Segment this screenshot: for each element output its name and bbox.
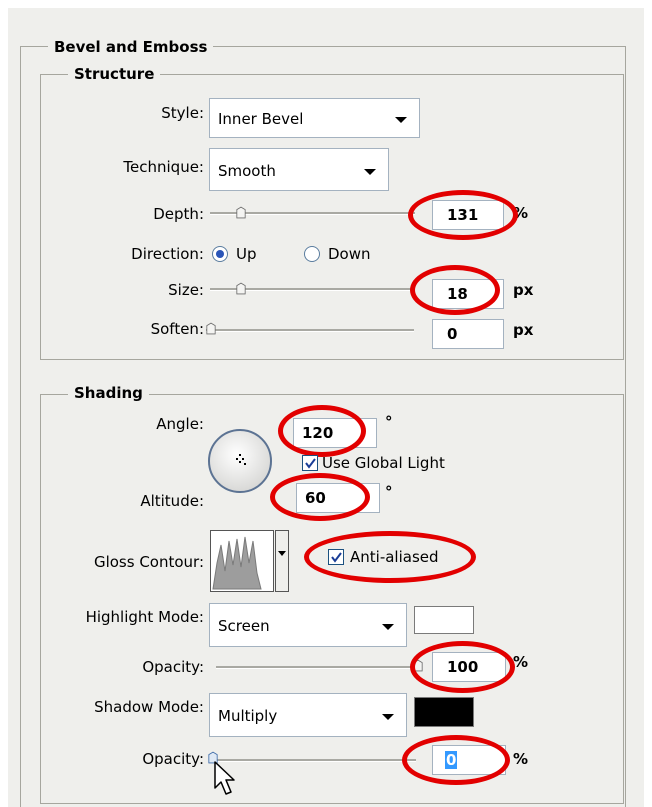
depth-label: Depth:: [153, 205, 204, 223]
shadow-mode-dropdown[interactable]: Multiply: [209, 693, 407, 737]
mouse-cursor-icon: [214, 761, 235, 795]
use-global-light-checkbox[interactable]: [302, 455, 318, 471]
gloss-contour-dropdown-button[interactable]: [275, 530, 289, 592]
size-slider-thumb[interactable]: [236, 282, 246, 295]
shadow-mode-value: Multiply: [218, 707, 278, 725]
annotation-circle-angle: [278, 405, 366, 457]
soften-slider-thumb[interactable]: [206, 322, 216, 335]
shading-legend: Shading: [68, 384, 149, 402]
annotation-circle-anti-aliased: [304, 531, 476, 583]
depth-slider-thumb[interactable]: [236, 206, 246, 219]
angle-label: Angle:: [156, 415, 204, 433]
annotation-circle-highlight-opacity: [410, 641, 515, 693]
gloss-contour-label: Gloss Contour:: [93, 553, 204, 571]
shadow-opacity-label: Opacity:: [142, 750, 204, 768]
structure-legend: Structure: [68, 65, 161, 83]
shadow-mode-label: Shadow Mode:: [94, 698, 204, 716]
technique-label: Technique:: [123, 158, 204, 176]
highlight-color-swatch[interactable]: [414, 606, 474, 634]
bevel-emboss-title: Bevel and Emboss: [48, 38, 214, 56]
technique-dropdown-value: Smooth: [218, 162, 276, 180]
style-label: Style:: [161, 104, 204, 122]
style-dropdown[interactable]: Inner Bevel: [209, 98, 420, 138]
angle-wheel[interactable]: [206, 427, 274, 495]
soften-slider-track[interactable]: [206, 329, 414, 332]
annotation-circle-altitude: [270, 473, 370, 521]
altitude-label: Altitude:: [140, 492, 204, 510]
annotation-circle-size: [410, 265, 500, 315]
chevron-down-icon: [395, 117, 407, 123]
direction-down-radio[interactable]: [304, 246, 320, 262]
contour-graph-icon: [212, 536, 262, 590]
highlight-opacity-unit: %: [513, 653, 529, 671]
soften-unit: px: [513, 321, 534, 339]
chevron-down-icon: [278, 551, 286, 556]
shadow-opacity-track[interactable]: [216, 759, 416, 762]
highlight-mode-value: Screen: [218, 617, 270, 635]
altitude-unit: °: [385, 483, 393, 501]
chevron-down-icon: [364, 169, 376, 175]
direction-label: Direction:: [131, 245, 204, 263]
chevron-down-icon: [382, 624, 394, 630]
soften-label: Soften:: [150, 320, 204, 338]
angle-unit: °: [385, 413, 393, 431]
technique-dropdown[interactable]: Smooth: [209, 148, 389, 191]
shadow-opacity-unit: %: [513, 750, 529, 768]
highlight-mode-dropdown[interactable]: Screen: [209, 603, 407, 647]
gloss-contour-preview[interactable]: [210, 530, 274, 592]
shadow-color-swatch[interactable]: [414, 697, 474, 727]
highlight-mode-label: Highlight Mode:: [85, 608, 204, 626]
annotation-circle-depth: [408, 190, 518, 240]
direction-up-label: Up: [236, 245, 257, 263]
highlight-opacity-label: Opacity:: [142, 658, 204, 676]
annotation-circle-shadow-opacity: [402, 735, 510, 785]
style-dropdown-value: Inner Bevel: [218, 110, 304, 128]
use-global-light-label: Use Global Light: [322, 454, 445, 472]
direction-down-label: Down: [328, 245, 371, 263]
direction-up-radio[interactable]: [212, 246, 228, 262]
size-label: Size:: [168, 281, 204, 299]
size-unit: px: [513, 281, 534, 299]
chevron-down-icon: [382, 714, 394, 720]
soften-input[interactable]: 0: [432, 319, 504, 349]
checkmark-icon: [305, 458, 316, 469]
highlight-opacity-track[interactable]: [216, 666, 416, 669]
